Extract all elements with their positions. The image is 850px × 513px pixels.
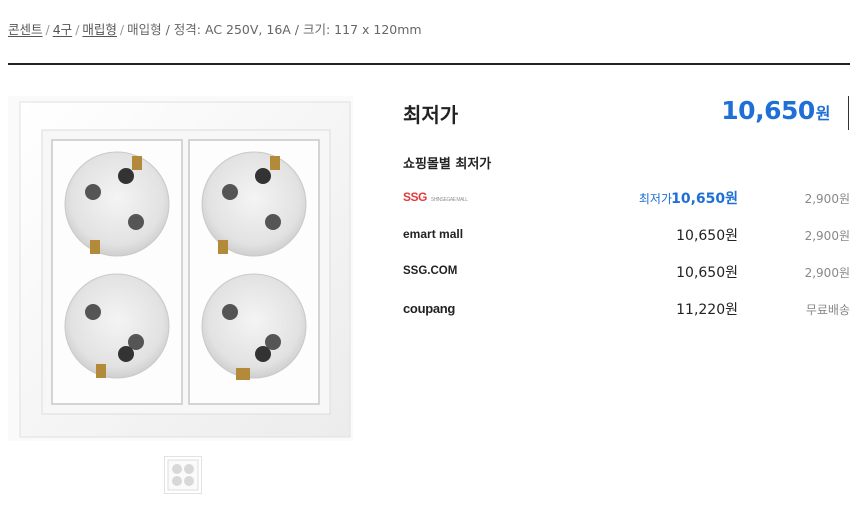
mall-shipping: 무료배송	[805, 303, 850, 317]
product-thumbnail[interactable]	[164, 456, 202, 494]
lowest-price-currency: 원	[815, 104, 831, 123]
mall-row-emart-mall[interactable]: emart mall 10,650원 2,900원	[403, 219, 850, 249]
mall-section-title: 쇼핑몰별 최저가	[403, 157, 492, 172]
product-image[interactable]	[8, 96, 353, 441]
ssg-mall-logo[interactable]: SSG SHINSEGAE MALL	[403, 188, 468, 206]
mall-price[interactable]: 10,650원	[676, 225, 738, 245]
ssg-com-logo[interactable]: SSG.COM	[403, 262, 457, 280]
socket-illustration	[19, 101, 351, 438]
lowest-price-amount: 10,650	[721, 96, 815, 125]
header-divider	[8, 63, 850, 65]
lowest-badge: 최저가	[638, 192, 672, 206]
breadcrumb-item-outlets[interactable]: 4구	[53, 22, 72, 37]
lowest-price-label: 최저가	[403, 103, 459, 127]
mall-price[interactable]: 11,220원	[676, 299, 738, 319]
mall-price[interactable]: 10,650원	[671, 188, 738, 208]
socket-top-right	[201, 151, 307, 257]
breadcrumb-item-type[interactable]: 매립형	[82, 22, 117, 37]
socket-bottom-left	[64, 273, 170, 379]
mall-shipping: 2,900원	[804, 192, 850, 206]
breadcrumb-separator: /	[45, 22, 50, 37]
mall-row-ssg-com[interactable]: SSG.COM 10,650원 2,900원	[403, 256, 850, 286]
socket-top-left	[64, 151, 170, 257]
ssg-mall-logo-text: SSG	[403, 190, 427, 204]
breadcrumb: 콘센트/4구 / 매립형 / 매입형 / 정격: AC 250V, 16A / 크기: …	[8, 19, 422, 38]
emart-mall-logo[interactable]: emart mall	[403, 225, 463, 243]
breadcrumb-item-category[interactable]: 콘센트	[8, 22, 43, 37]
price-divider	[848, 96, 849, 130]
lowest-price-value: 10,650원	[721, 96, 830, 125]
ssg-com-logo-text: SSG.COM	[403, 265, 458, 277]
breadcrumb-separator: /	[75, 22, 80, 37]
mall-shipping: 2,900원	[804, 266, 850, 280]
mall-row-ssg-mall[interactable]: SSG SHINSEGAE MALL 최저가 10,650원 2,900원	[403, 182, 850, 212]
ssg-mall-logo-sub: SHINSEGAE MALL	[430, 197, 468, 203]
coupang-logo-text: coupang	[403, 300, 456, 316]
breadcrumb-separator: /	[119, 22, 125, 37]
mall-row-coupang[interactable]: coupang 11,220원 무료배송	[403, 293, 850, 323]
coupang-logo[interactable]: coupang	[403, 299, 455, 317]
thumbnail-socket-icon	[167, 459, 199, 491]
mall-shipping: 2,900원	[804, 229, 850, 243]
mall-price[interactable]: 10,650원	[676, 262, 738, 282]
breadcrumb-specs: 매입형 / 정격: AC 250V, 16A / 크기: 117 x 120mm	[127, 22, 422, 37]
emart-mall-logo-text: emart mall	[403, 227, 464, 241]
